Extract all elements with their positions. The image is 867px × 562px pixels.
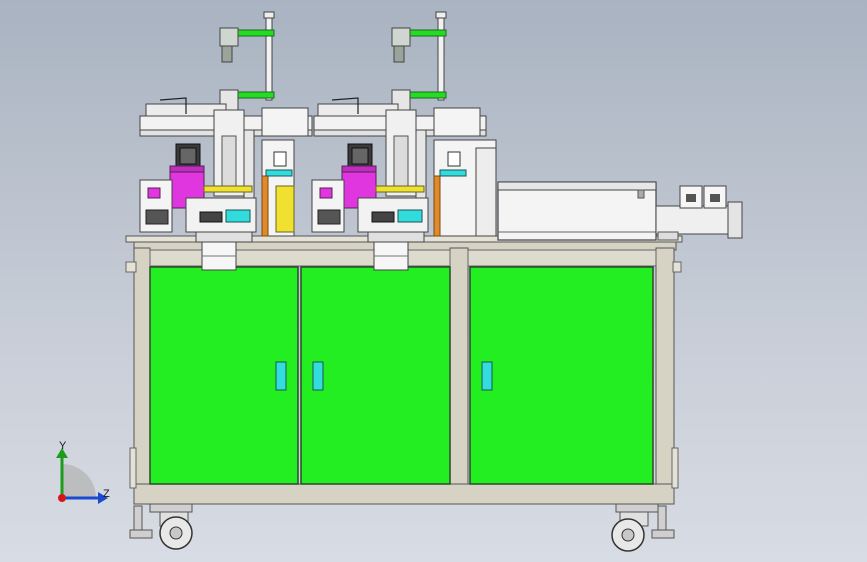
station-2-mast: [437, 13, 445, 101]
control-box: [497, 181, 657, 241]
frame-bottom-rail: [133, 483, 675, 505]
station-1-sensor-stem: [221, 45, 233, 63]
station-2-motor-face: [351, 147, 369, 165]
station-2-sensor-bar-mid: [409, 91, 447, 99]
station-1-left-magenta: [147, 187, 161, 199]
station-1-right-label: [273, 151, 287, 167]
station-2-side-panel: [475, 147, 497, 237]
station-1-magenta-top: [169, 165, 205, 173]
conveyor-clamp-2-core: [710, 194, 720, 202]
station-1-mast: [265, 13, 273, 101]
station-2-dark-part: [371, 211, 395, 223]
cabinet-doors: [149, 266, 654, 485]
frame-inner-top-right: [467, 249, 657, 267]
station-1-sensor-bar-mid: [237, 91, 275, 99]
station-1-slide-inner: [221, 135, 237, 189]
station-2-yellow-bar: [375, 185, 425, 193]
axis-triad: [56, 448, 108, 504]
frame-left-foot-tab: [125, 261, 137, 273]
triad-z-label: Z: [103, 488, 110, 500]
station-2-spindle-flange: [367, 231, 425, 243]
triad-quadrant: [62, 464, 96, 498]
caster-left: [129, 503, 193, 550]
conveyor-support: [657, 231, 679, 241]
station-1-sensor-top: [219, 27, 239, 47]
station-1-cyan-part: [225, 209, 251, 223]
cad-viewport[interactable]: Y Z: [0, 0, 867, 562]
station-1-orange-strip: [261, 175, 269, 237]
station-1-left-dark: [145, 209, 169, 225]
door-left-handle[interactable]: [275, 361, 287, 391]
station-2-sensor-stem: [393, 45, 405, 63]
frame-left-lower-tab: [129, 447, 137, 489]
station-2-right-label: [447, 151, 461, 167]
control-box-latch: [637, 189, 645, 199]
station-1-sensor-bar-top: [235, 29, 275, 37]
triad-y-label: Y: [59, 440, 67, 452]
leveling-foot-right: [657, 505, 667, 533]
output-conveyor: [655, 185, 743, 241]
caster-right-plate: [615, 503, 659, 513]
station-1-spindle-flange: [195, 231, 253, 243]
station-1-dark-part: [199, 211, 223, 223]
station-1-yellow-block: [275, 185, 295, 233]
station-2-orange-strip: [433, 175, 441, 237]
frame-right-lower-tab: [671, 447, 679, 489]
station-2-cyan-strip: [439, 169, 467, 177]
station-2-sensor-top: [391, 27, 411, 47]
station-2-slide-inner: [393, 135, 409, 189]
frame-middle-post: [449, 247, 469, 505]
station-1-motor-face: [179, 147, 197, 165]
frame-right-post: [655, 247, 675, 505]
caster-right: [611, 503, 675, 552]
station-2-cylinder-box: [433, 107, 481, 137]
caster-left-plate: [149, 503, 193, 513]
door-right-handle[interactable]: [481, 361, 493, 391]
station-2-left-dark: [317, 209, 341, 225]
conveyor-end-block: [727, 201, 743, 239]
caster-right-hub: [621, 528, 635, 542]
control-box-lid: [497, 181, 657, 191]
station-2-cyan-part: [397, 209, 423, 223]
station-2-left-magenta: [319, 187, 333, 199]
control-box-body: [497, 181, 657, 241]
station-1: [139, 11, 313, 271]
conveyor-clamp-1-core: [686, 194, 696, 202]
station-2-mast-cap: [435, 11, 447, 19]
station-2-sensor-bar-top: [407, 29, 447, 37]
machine-drawing: [56, 11, 743, 552]
leveling-foot-left-pad: [129, 529, 153, 539]
triad-origin: [58, 494, 66, 502]
station-1-yellow-bar: [203, 185, 253, 193]
frame-right-foot-tab: [672, 261, 682, 273]
caster-left-hub: [169, 526, 183, 540]
station-1-cyan-strip: [265, 169, 293, 177]
station-1-mast-cap: [263, 11, 275, 19]
station-1-cylinder-box: [261, 107, 309, 137]
station-2: [311, 11, 497, 271]
leveling-foot-right-pad: [651, 529, 675, 539]
door-right[interactable]: [469, 266, 654, 485]
station-2-magenta-top: [341, 165, 377, 173]
door-middle-handle[interactable]: [312, 361, 324, 391]
leveling-foot-left: [133, 505, 143, 533]
